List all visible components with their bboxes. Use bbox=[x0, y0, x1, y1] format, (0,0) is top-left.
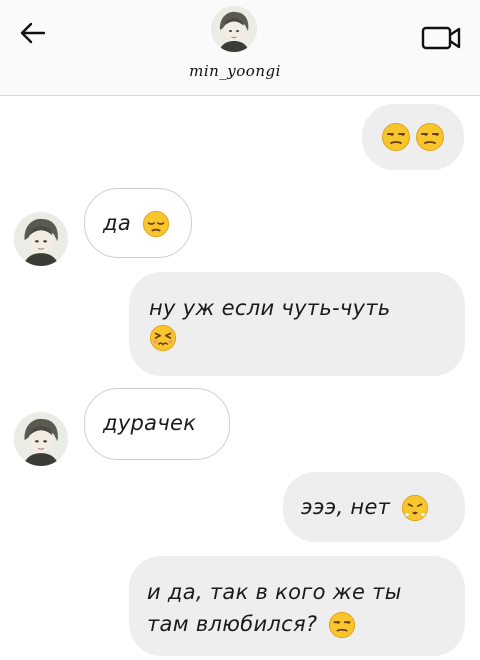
chat-header: min_yoongi bbox=[0, 0, 480, 96]
message-text: и да, так в кого же ты там влюбился? bbox=[147, 580, 402, 636]
message-text: эээ, нет bbox=[301, 495, 391, 519]
arrow-left-icon bbox=[20, 22, 46, 44]
unamused-emoji-icon bbox=[382, 123, 410, 151]
incoming-message[interactable]: да bbox=[84, 188, 192, 258]
contact-avatar[interactable] bbox=[211, 6, 257, 52]
sender-avatar[interactable] bbox=[14, 412, 68, 466]
message-text: дурачек bbox=[103, 411, 197, 435]
unamused-emoji-icon bbox=[416, 123, 444, 151]
outgoing-message[interactable] bbox=[362, 104, 464, 170]
message-text: да bbox=[103, 211, 131, 235]
video-camera-icon bbox=[421, 26, 461, 50]
message-text: ну уж если чуть-чуть bbox=[149, 296, 391, 320]
contact-username[interactable]: min_yoongi bbox=[0, 62, 470, 80]
outgoing-message[interactable]: и да, так в кого же ты там влюбился? bbox=[129, 556, 465, 656]
sender-avatar[interactable] bbox=[14, 212, 68, 266]
incoming-message[interactable]: дурачек bbox=[84, 388, 230, 460]
pensive-emoji-icon bbox=[142, 210, 170, 238]
message-list[interactable]: да ну уж если чуть-чуть дурачек эээ, нет… bbox=[0, 96, 480, 660]
unamused-emoji-icon bbox=[329, 611, 356, 639]
triumph-emoji-icon bbox=[402, 494, 429, 522]
outgoing-message[interactable]: эээ, нет bbox=[283, 472, 465, 542]
outgoing-message[interactable]: ну уж если чуть-чуть bbox=[129, 272, 465, 376]
video-call-button[interactable] bbox=[419, 22, 463, 54]
persevering-emoji-icon bbox=[149, 324, 177, 352]
back-button[interactable] bbox=[16, 18, 50, 48]
